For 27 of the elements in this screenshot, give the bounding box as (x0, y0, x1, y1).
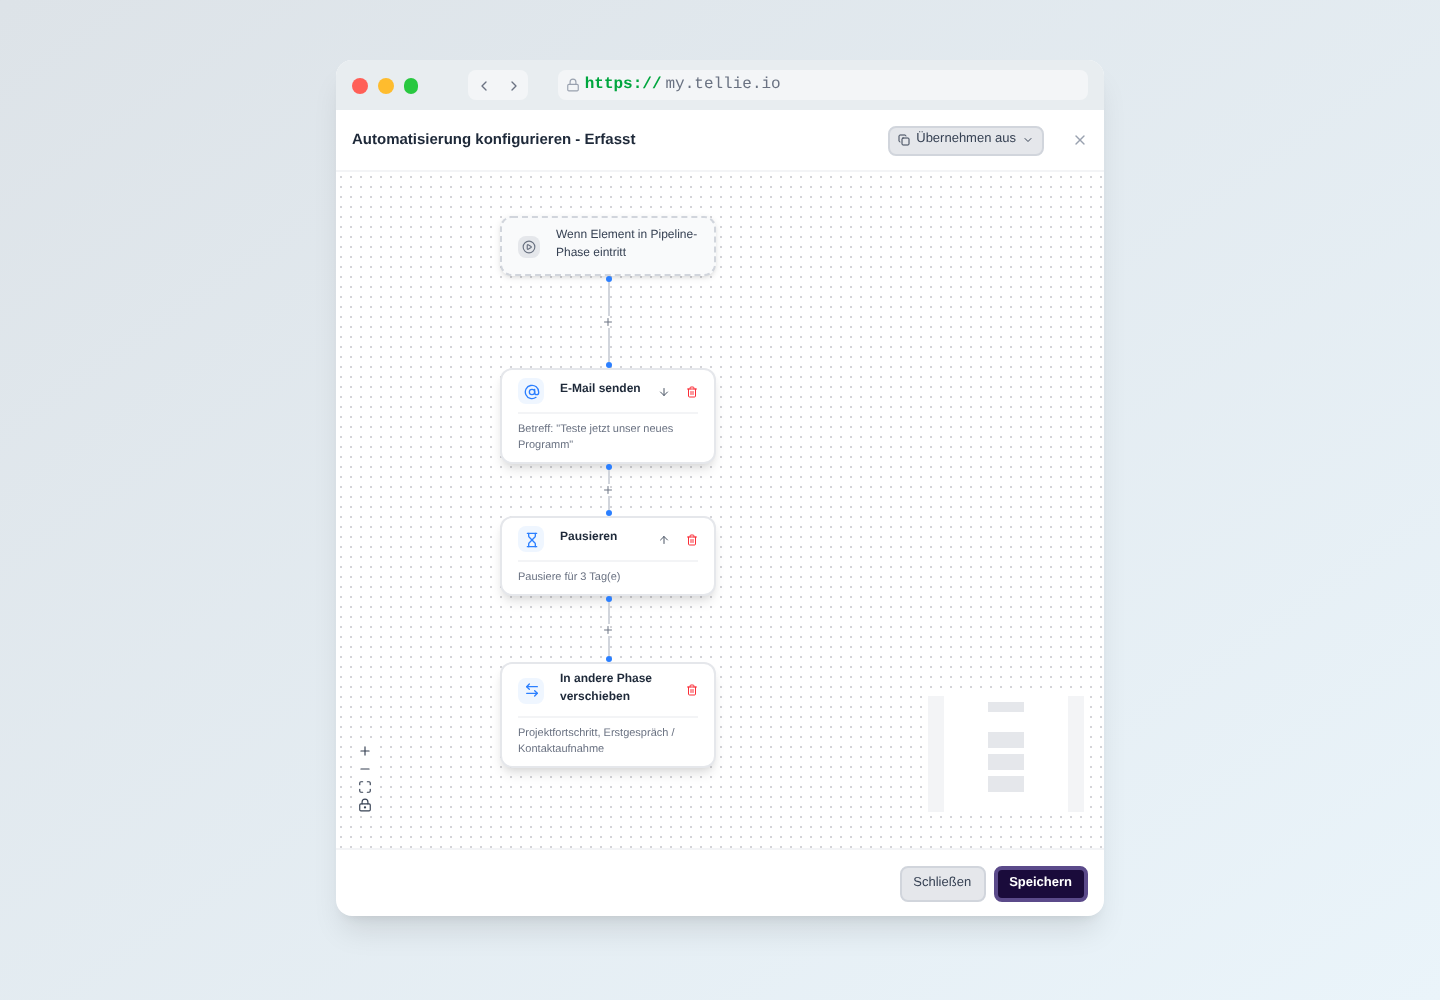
arrows-icon (518, 677, 544, 703)
arrow-down-icon[interactable] (658, 385, 670, 397)
minimap-node (988, 702, 1024, 712)
close-icon[interactable] (1072, 132, 1088, 148)
add-step-icon[interactable] (602, 316, 614, 328)
chevron-down-icon (1022, 134, 1034, 146)
copy-icon (898, 134, 911, 146)
play-icon (518, 235, 540, 257)
url-scheme: https:// (584, 73, 662, 97)
add-step-icon[interactable] (602, 623, 614, 635)
hourglass-icon (518, 526, 544, 552)
address-bar[interactable]: https:// my.tellie.io (558, 70, 1089, 100)
lock-icon (566, 78, 581, 92)
trash-icon[interactable] (686, 533, 698, 545)
at-sign-icon (518, 378, 544, 404)
fit-view-icon[interactable] (358, 780, 372, 794)
lock-icon[interactable] (358, 798, 372, 812)
arrow-up-icon[interactable] (658, 533, 670, 545)
trash-icon[interactable] (686, 385, 698, 397)
minimap-node (988, 732, 1024, 748)
url-host: my.tellie.io (665, 73, 781, 97)
zoom-in-icon[interactable] (358, 744, 372, 758)
minimap-node (988, 776, 1024, 792)
zoom-out-icon[interactable] (358, 762, 372, 776)
add-step-icon[interactable] (602, 484, 614, 496)
minimap-node (988, 754, 1024, 770)
trash-icon[interactable] (686, 684, 698, 696)
